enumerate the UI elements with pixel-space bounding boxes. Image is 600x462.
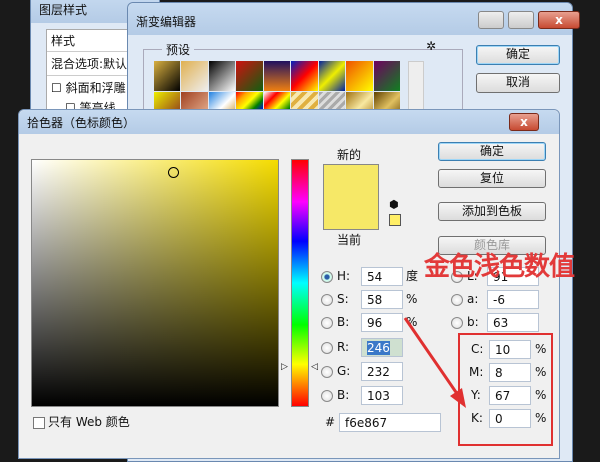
annotation-arrow <box>403 317 466 408</box>
